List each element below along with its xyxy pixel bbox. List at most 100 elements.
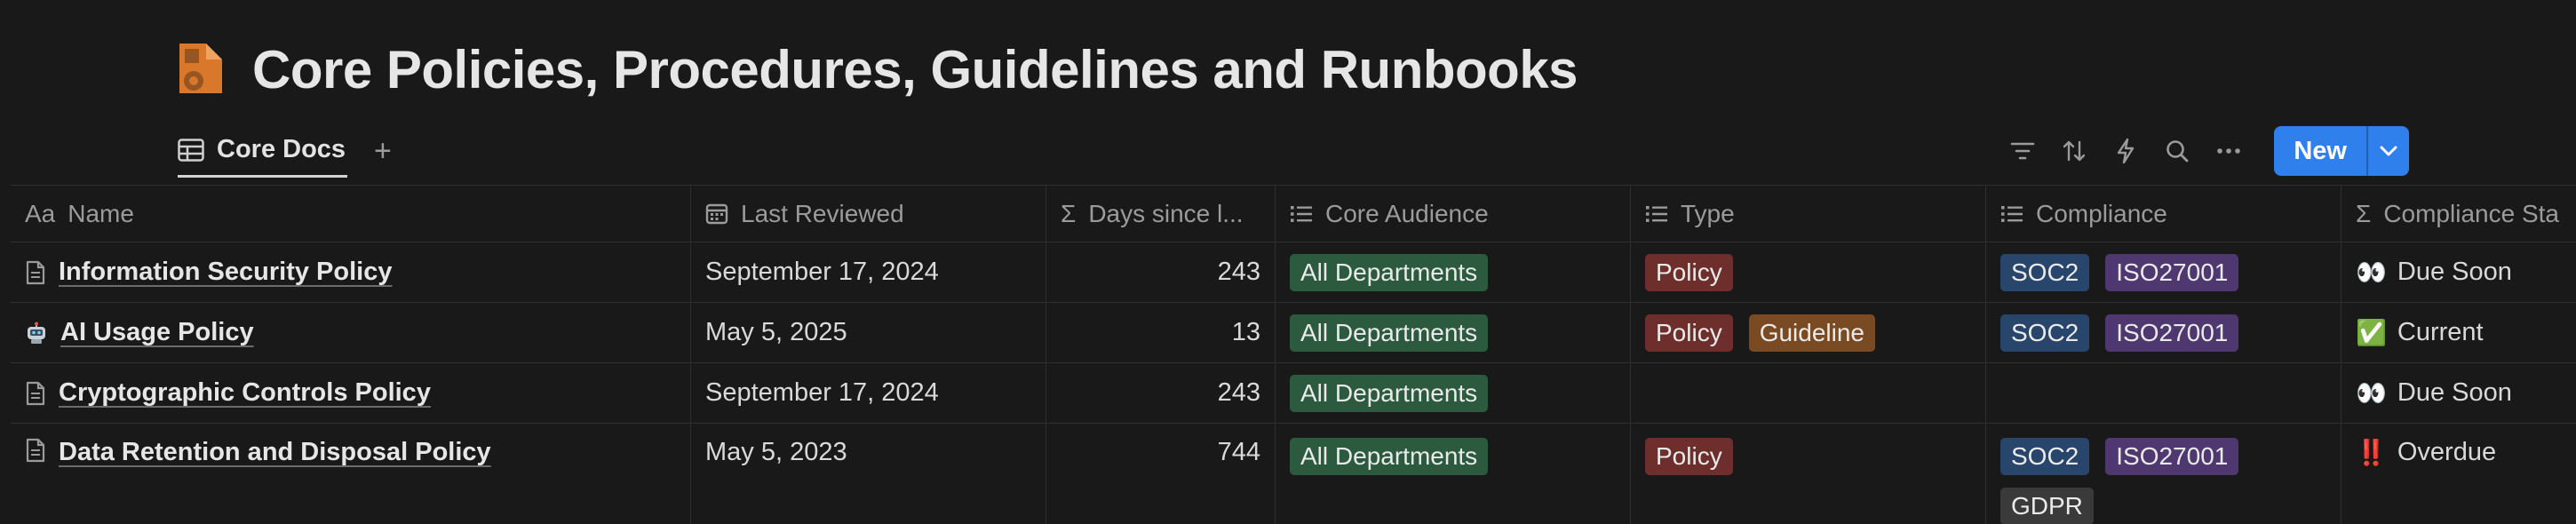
- tag-iso27001: ISO27001: [2105, 314, 2239, 352]
- type-cell[interactable]: [1631, 363, 1986, 423]
- column-label: Compliance: [2036, 199, 2167, 227]
- tag-all-departments: All Departments: [1290, 374, 1489, 412]
- row-title[interactable]: Information Security Policy: [59, 258, 392, 287]
- column-label: Name: [68, 199, 134, 227]
- tag-guideline: Guideline: [1748, 314, 1876, 352]
- new-button[interactable]: New: [2274, 126, 2409, 176]
- compliance-cell[interactable]: SOC2 ISO27001: [1986, 303, 2341, 362]
- status-text: Current: [2397, 318, 2484, 346]
- status-text: Due Soon: [2397, 258, 2512, 286]
- document-icon: [25, 438, 46, 463]
- tag-all-departments: All Departments: [1290, 253, 1489, 291]
- search-icon[interactable]: [2151, 124, 2203, 178]
- database-table: Aa Name Last Reviewed Σ Days since l... …: [11, 185, 2576, 524]
- column-label: Compliance Sta: [2383, 199, 2559, 227]
- column-header-compliance[interactable]: Compliance: [1986, 186, 2341, 242]
- page: Core Policies, Procedures, Guidelines an…: [0, 0, 2576, 524]
- audience-cell[interactable]: All Departments: [1276, 424, 1631, 524]
- days-since-cell[interactable]: 13: [1046, 303, 1276, 362]
- column-header-days-since[interactable]: Σ Days since l...: [1046, 186, 1276, 242]
- compliance-status-cell[interactable]: 👀 Due Soon: [2341, 242, 2576, 302]
- tag-soc2: SOC2: [2000, 438, 2090, 475]
- type-cell[interactable]: Policy: [1631, 242, 1986, 302]
- new-button-label[interactable]: New: [2274, 126, 2366, 176]
- compliance-cell[interactable]: SOC2 ISO27001 GDPR: [1986, 424, 2341, 524]
- status-text: Due Soon: [2397, 378, 2512, 407]
- column-header-core-audience[interactable]: Core Audience: [1276, 186, 1631, 242]
- last-reviewed-cell[interactable]: September 17, 2024: [691, 363, 1046, 423]
- tab-core-docs[interactable]: Core Docs: [178, 124, 348, 178]
- text-property-icon: Aa: [25, 199, 56, 227]
- type-cell[interactable]: Policy: [1631, 424, 1986, 524]
- lightning-icon[interactable]: [2100, 124, 2151, 178]
- page-title[interactable]: Core Policies, Procedures, Guidelines an…: [252, 39, 1578, 100]
- view-tabs: Core Docs +: [178, 124, 392, 178]
- formula-icon: Σ: [2356, 199, 2372, 227]
- last-reviewed-cell[interactable]: May 5, 2023: [691, 424, 1046, 524]
- list-icon: [2000, 204, 2023, 224]
- formula-icon: Σ: [1061, 199, 1077, 227]
- table-row[interactable]: Data Retention and Disposal Policy May 5…: [11, 424, 2576, 524]
- robot-icon: [25, 322, 48, 345]
- document-gear-icon[interactable]: [176, 42, 226, 97]
- days-since-cell[interactable]: 243: [1046, 363, 1276, 423]
- column-label: Core Audience: [1325, 199, 1489, 227]
- check-icon: ✅: [2356, 319, 2387, 346]
- compliance-status-cell[interactable]: 👀 Due Soon: [2341, 363, 2576, 423]
- tag-iso27001: ISO27001: [2105, 253, 2239, 291]
- last-reviewed-cell[interactable]: September 17, 2024: [691, 242, 1046, 302]
- filter-icon[interactable]: [1997, 124, 2048, 178]
- name-cell[interactable]: AI Usage Policy: [11, 303, 691, 362]
- column-label: Days since l...: [1088, 199, 1244, 227]
- table-header: Aa Name Last Reviewed Σ Days since l... …: [11, 186, 2576, 242]
- more-icon[interactable]: [2203, 124, 2254, 178]
- column-header-name[interactable]: Aa Name: [11, 186, 691, 242]
- tag-policy: Policy: [1645, 438, 1733, 475]
- days-since-cell[interactable]: 243: [1046, 242, 1276, 302]
- document-icon: [25, 381, 46, 406]
- audience-cell[interactable]: All Departments: [1276, 363, 1631, 423]
- column-header-type[interactable]: Type: [1631, 186, 1986, 242]
- compliance-cell[interactable]: [1986, 363, 2341, 423]
- add-view-button[interactable]: +: [374, 136, 392, 166]
- name-cell[interactable]: Information Security Policy: [11, 242, 691, 302]
- page-header: Core Policies, Procedures, Guidelines an…: [176, 34, 1578, 105]
- last-reviewed-cell[interactable]: May 5, 2025: [691, 303, 1046, 362]
- tag-soc2: SOC2: [2000, 253, 2090, 291]
- column-label: Last Reviewed: [741, 199, 904, 227]
- calendar-icon: [705, 202, 728, 226]
- audience-cell[interactable]: All Departments: [1276, 303, 1631, 362]
- name-cell[interactable]: Cryptographic Controls Policy: [11, 363, 691, 423]
- tag-gdpr: GDPR: [2000, 488, 2094, 524]
- audience-cell[interactable]: All Departments: [1276, 242, 1631, 302]
- row-title[interactable]: AI Usage Policy: [60, 318, 254, 347]
- eyes-icon: 👀: [2356, 258, 2387, 286]
- table-row[interactable]: Cryptographic Controls Policy September …: [11, 363, 2576, 424]
- days-since-cell[interactable]: 744: [1046, 424, 1276, 524]
- tag-policy: Policy: [1645, 253, 1733, 291]
- tab-label: Core Docs: [217, 135, 346, 163]
- status-text: Overdue: [2397, 438, 2497, 466]
- table-row[interactable]: Information Security Policy September 17…: [11, 242, 2576, 303]
- document-icon: [25, 260, 46, 285]
- compliance-status-cell[interactable]: ✅ Current: [2341, 303, 2576, 362]
- eyes-icon: 👀: [2356, 379, 2387, 407]
- tag-iso27001: ISO27001: [2105, 438, 2239, 475]
- tag-policy: Policy: [1645, 314, 1733, 352]
- column-header-compliance-status[interactable]: Σ Compliance Sta: [2341, 186, 2576, 242]
- column-header-last-reviewed[interactable]: Last Reviewed: [691, 186, 1046, 242]
- list-icon: [1645, 204, 1668, 224]
- compliance-status-cell[interactable]: ‼️ Overdue: [2341, 424, 2576, 524]
- compliance-cell[interactable]: SOC2 ISO27001: [1986, 242, 2341, 302]
- sort-icon[interactable]: [2048, 124, 2100, 178]
- row-title[interactable]: Data Retention and Disposal Policy: [59, 438, 491, 467]
- row-title[interactable]: Cryptographic Controls Policy: [59, 378, 431, 408]
- tag-all-departments: All Departments: [1290, 438, 1489, 475]
- tag-all-departments: All Departments: [1290, 314, 1489, 352]
- chevron-down-icon[interactable]: [2366, 126, 2409, 176]
- table-icon: [178, 138, 204, 162]
- list-icon: [1290, 204, 1313, 224]
- name-cell[interactable]: Data Retention and Disposal Policy: [11, 424, 691, 524]
- table-row[interactable]: AI Usage Policy May 5, 2025 13 All Depar…: [11, 303, 2576, 363]
- type-cell[interactable]: Policy Guideline: [1631, 303, 1986, 362]
